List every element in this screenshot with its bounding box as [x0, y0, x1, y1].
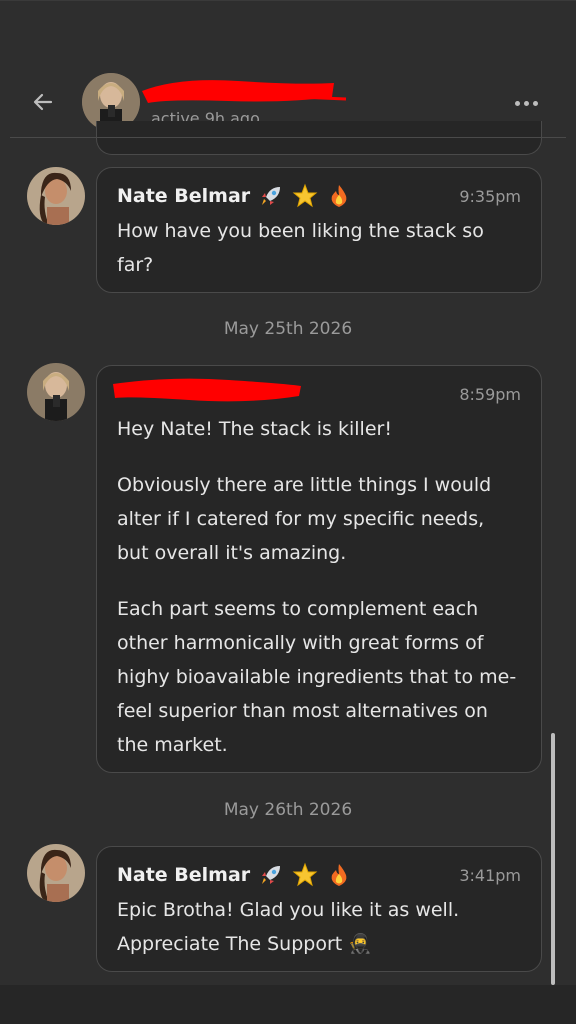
star-icon — [292, 862, 318, 887]
rocket-icon — [262, 187, 281, 205]
message-time: 8:59pm — [459, 384, 521, 404]
bottom-area — [0, 985, 576, 1024]
message-text: Hey Nate! The stack is killer! — [117, 418, 392, 440]
message-time: 3:41pm — [459, 865, 521, 885]
sender-avatar[interactable] — [27, 363, 85, 421]
back-button[interactable] — [28, 87, 58, 117]
scrollbar[interactable] — [551, 733, 555, 985]
arrow-left-icon — [33, 93, 53, 111]
sender-avatar[interactable] — [27, 167, 85, 225]
sender-name: Nate Belmar — [117, 183, 352, 209]
date-separator: May 25th 2026 — [223, 319, 353, 339]
redacted-contact-name — [142, 80, 347, 103]
sender-name: Nate Belmar — [117, 862, 352, 888]
fire-icon — [331, 185, 347, 207]
header-divider — [10, 137, 566, 138]
fire-icon — [331, 864, 347, 886]
star-icon — [292, 183, 318, 208]
chat-screen: active 9h ago Nate Belmar 9:35pm How hav… — [0, 0, 576, 1024]
message-text: Each part seems to complement each other… — [117, 598, 517, 756]
message-text: Epic Brotha! Glad you like it as well. A… — [117, 899, 460, 955]
date-separator: May 26th 2026 — [223, 800, 353, 820]
rocket-icon — [262, 866, 281, 884]
sender-avatar[interactable] — [27, 844, 85, 902]
message-text: How have you been liking the stack so fa… — [117, 220, 484, 276]
redaction-mark — [113, 378, 301, 402]
more-options-button[interactable] — [510, 91, 542, 115]
message-bubble[interactable]: Nate Belmar 9:35pm How have you been lik… — [96, 167, 542, 293]
message-bubble[interactable]: 8:59pm Hey Nate! The stack is killer! Ob… — [96, 365, 542, 773]
message-time: 9:35pm — [459, 186, 521, 206]
previous-message-bubble — [96, 121, 542, 155]
chat-header: active 9h ago — [0, 1, 576, 139]
more-horizontal-icon — [514, 100, 520, 106]
message-text: Obviously there are little things I woul… — [117, 474, 492, 564]
message-bubble[interactable]: Nate Belmar 3:41pm Epic Brotha! Glad you… — [96, 846, 542, 972]
sender-name-redacted — [113, 378, 317, 408]
